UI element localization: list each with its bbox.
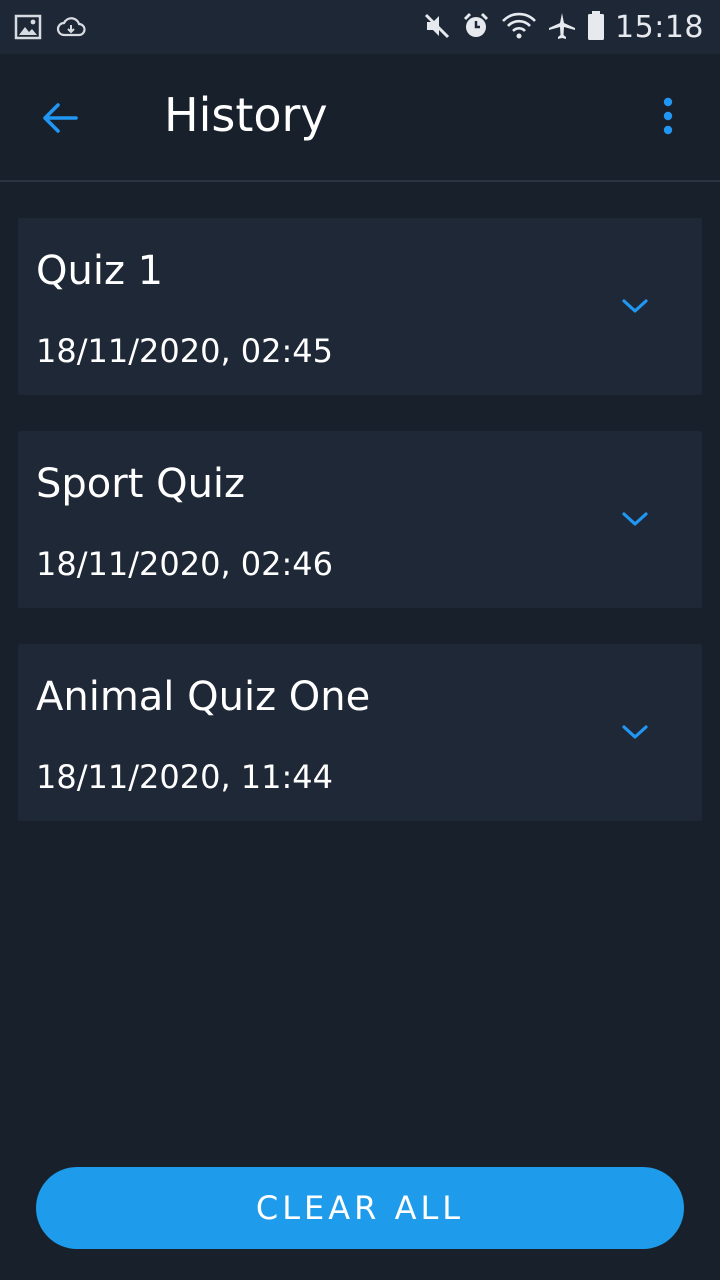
- status-left-icons: [14, 14, 86, 44]
- quiz-title: Quiz 1: [36, 248, 164, 294]
- history-card[interactable]: Sport Quiz 18/11/2020, 02:46: [18, 431, 702, 608]
- clear-all-button[interactable]: CLEAR ALL: [36, 1167, 684, 1249]
- chevron-down-icon[interactable]: [620, 509, 650, 529]
- chevron-down-icon[interactable]: [620, 722, 650, 742]
- history-card[interactable]: Quiz 1 18/11/2020, 02:45: [18, 218, 702, 395]
- wifi-icon: [501, 12, 537, 44]
- status-right-icons: 15:18: [423, 10, 704, 45]
- image-icon: [14, 14, 42, 44]
- quiz-date: 18/11/2020, 11:44: [36, 758, 333, 796]
- cloud-sync-icon: [56, 15, 86, 43]
- alarm-icon: [461, 11, 491, 45]
- history-card[interactable]: Animal Quiz One 18/11/2020, 11:44: [18, 644, 702, 821]
- quiz-title: Animal Quiz One: [36, 674, 371, 720]
- mute-icon: [423, 12, 451, 44]
- arrow-left-icon: [38, 103, 82, 144]
- more-options-button[interactable]: [648, 96, 688, 140]
- chevron-down-icon[interactable]: [620, 296, 650, 316]
- quiz-date: 18/11/2020, 02:45: [36, 332, 333, 370]
- quiz-date: 18/11/2020, 02:46: [36, 545, 333, 583]
- page-title: History: [164, 88, 328, 142]
- airplane-icon: [547, 11, 577, 45]
- app-bar: History: [0, 54, 720, 182]
- status-bar: 15:18: [0, 0, 720, 54]
- back-button[interactable]: [38, 96, 82, 140]
- more-vert-icon: [648, 97, 688, 144]
- quiz-title: Sport Quiz: [36, 461, 246, 507]
- status-time: 15:18: [615, 10, 704, 45]
- battery-icon: [587, 10, 605, 45]
